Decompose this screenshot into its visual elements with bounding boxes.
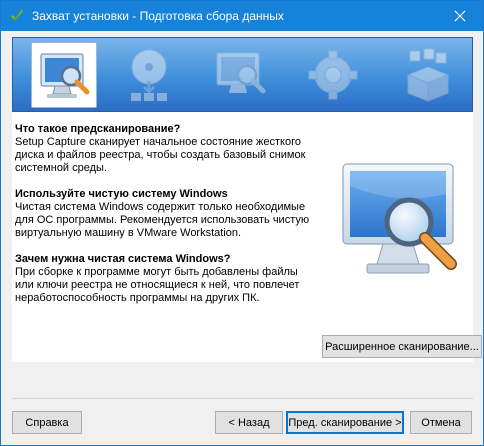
section-text-line: Чистая система Windows содержит только н…	[15, 201, 306, 213]
step-build	[395, 42, 461, 108]
step-postscan	[208, 42, 274, 108]
section-heading: Зачем нужна чистая система Windows?	[15, 253, 231, 265]
title-bar: Захват установки - Подготовка сбора данн…	[1, 1, 483, 31]
wizard-steps-banner	[12, 37, 473, 112]
section-clean-system: Используйте чистую систему Windows Чиста…	[15, 188, 335, 240]
step-configure	[300, 42, 366, 108]
back-button[interactable]: < Назад	[215, 411, 283, 434]
package-box-icon	[406, 48, 450, 102]
section-text-line: системной среды.	[15, 162, 108, 174]
section-text-line: Setup Capture сканирует начальное состоя…	[15, 136, 301, 148]
close-icon	[454, 10, 466, 22]
prescan-monitor-icon	[342, 163, 457, 274]
content-panel: Что такое предсканирование? Setup Captur…	[12, 112, 482, 362]
section-text-line: неработоспособность программы на других …	[15, 292, 260, 304]
advanced-scan-button[interactable]: Расширенное сканирование...	[322, 335, 482, 358]
prescan-icon	[40, 53, 90, 98]
section-prescan: Что такое предсканирование? Setup Captur…	[15, 123, 335, 175]
install-disc-icon	[131, 49, 167, 101]
cancel-button[interactable]: Отмена	[410, 411, 472, 434]
step-prescan	[31, 42, 97, 108]
app-icon	[9, 8, 23, 21]
help-button[interactable]: Справка	[12, 411, 82, 434]
section-heading: Используйте чистую систему Windows	[15, 188, 228, 200]
section-why-clean: Зачем нужна чистая система Windows? При …	[15, 253, 335, 305]
section-text-line: или ключи реестра не относящиеся к ней, …	[15, 279, 300, 291]
step-install	[116, 42, 182, 108]
footer-separator	[12, 398, 473, 399]
section-text-line: диска и файлов реестра, чтобы создать ба…	[15, 149, 306, 161]
window-title: Захват установки - Подготовка сбора данн…	[32, 9, 284, 23]
settings-gear-icon	[308, 50, 358, 100]
section-text-line: для ОС программы. Рекомендуется использо…	[15, 214, 310, 226]
section-heading: Что такое предсканирование?	[15, 123, 181, 135]
section-text-line: При сборке к программе могут быть добавл…	[15, 266, 298, 278]
section-text-line: виртуальную машину в VMware Workstation.	[15, 227, 242, 239]
setup-capture-window: Захват установки - Подготовка сбора данн…	[0, 0, 484, 446]
close-button[interactable]	[437, 1, 483, 31]
postscan-icon	[216, 52, 266, 94]
prescan-button[interactable]: Пред. сканирование >	[286, 411, 404, 434]
